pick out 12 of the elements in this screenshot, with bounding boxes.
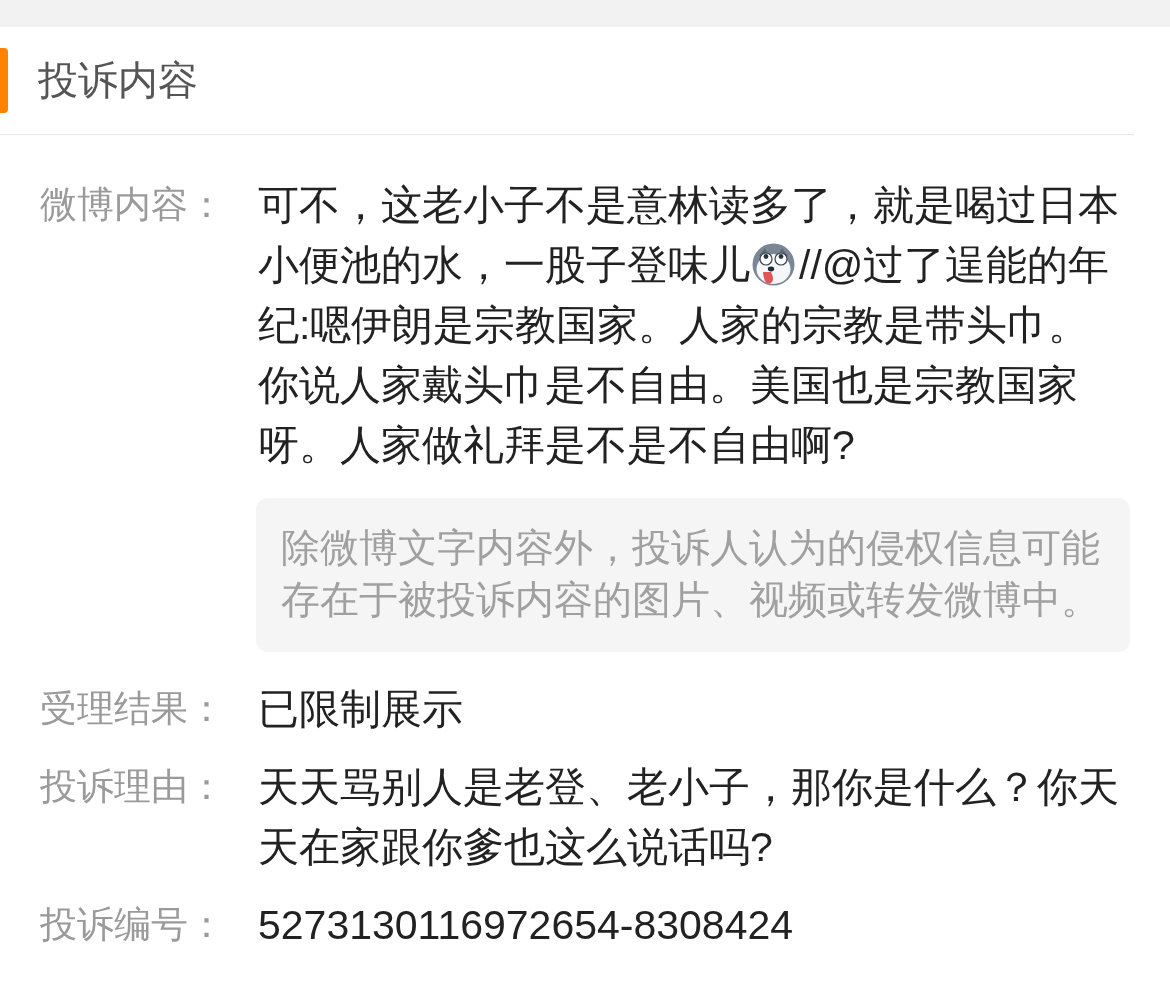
field-label: 投诉编号： (40, 903, 226, 947)
field-label: 投诉理由： (40, 765, 226, 809)
field-value: 5273130116972654-8308424 (258, 901, 795, 950)
section-title: 投诉内容 (38, 57, 198, 104)
field-value: 已限制展示 (258, 685, 464, 734)
accent-bar (0, 48, 8, 113)
post-text: 可不，这老小子不是意林读多了，就是喝过日本小便池的水，一股子登味儿 //@过了逞能的年纪:嗯伊朗是宗教国家。人家的宗教是带头巾。你说人家戴头巾是不自由。美国也是宗教国家呀。人家做礼拜是不是不自由啊? (258, 181, 1120, 470)
field-label: 微博内容： (40, 183, 226, 227)
dog-face-icon (751, 242, 796, 287)
field-value: 天天骂别人是老登、老小子，那你是什么？你天天在家跟你爹也这么说话吗? (258, 763, 1120, 872)
info-note: 除微博文字内容外，投诉人认为的侵权信息可能存在于被投诉内容的图片、视频或转发微博中。 (256, 498, 1130, 652)
field-label: 受理结果： (40, 687, 226, 731)
